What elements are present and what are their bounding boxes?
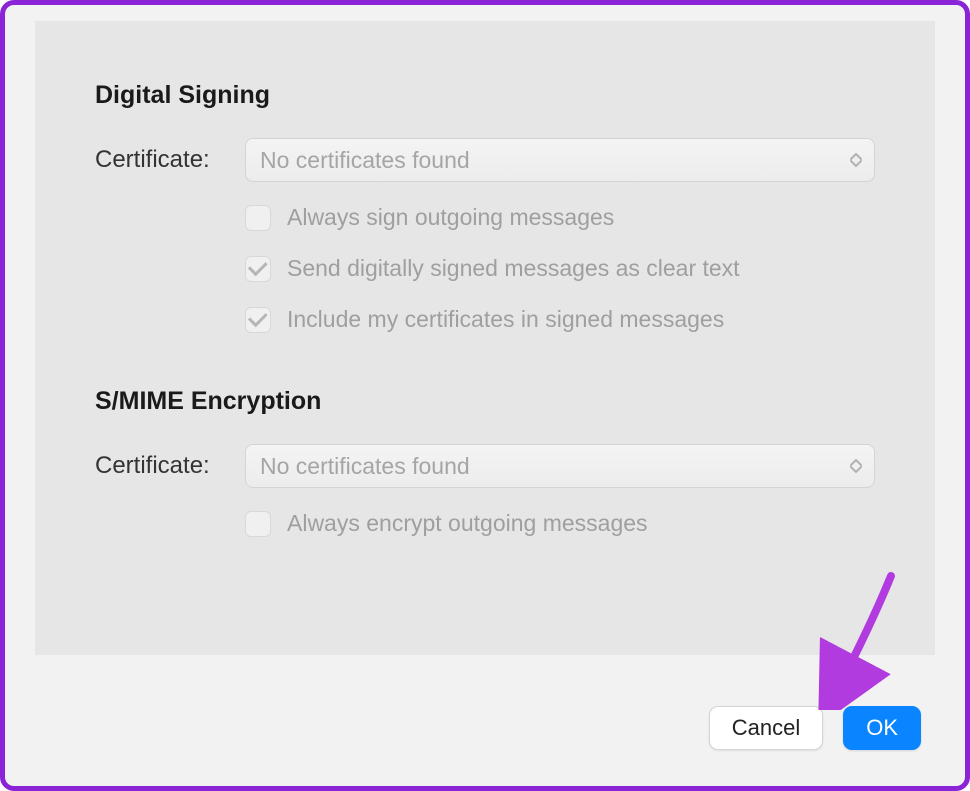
send-clear-text-label: Send digitally signed messages as clear … <box>287 255 740 282</box>
send-clear-text-row: Send digitally signed messages as clear … <box>95 255 875 282</box>
include-certificates-label: Include my certificates in signed messag… <box>287 306 724 333</box>
encryption-certificate-value: No certificates found <box>260 453 470 480</box>
dialog-button-row: Cancel OK <box>709 706 921 750</box>
smime-encryption-section: S/MIME Encryption Certificate: No certif… <box>95 387 875 537</box>
settings-panel: Digital Signing Certificate: No certific… <box>35 21 935 655</box>
always-sign-row: Always sign outgoing messages <box>95 204 875 231</box>
encryption-certificate-row: Certificate: No certificates found <box>95 444 875 488</box>
digital-signing-section: Digital Signing Certificate: No certific… <box>95 81 875 333</box>
always-encrypt-row: Always encrypt outgoing messages <box>95 510 875 537</box>
signing-certificate-row: Certificate: No certificates found <box>95 138 875 182</box>
signing-certificate-select[interactable]: No certificates found <box>245 138 875 182</box>
always-sign-label: Always sign outgoing messages <box>287 204 614 231</box>
include-certificates-row: Include my certificates in signed messag… <box>95 306 875 333</box>
send-clear-text-checkbox[interactable] <box>245 256 271 282</box>
include-certificates-checkbox[interactable] <box>245 307 271 333</box>
dialog-frame: Digital Signing Certificate: No certific… <box>0 0 970 791</box>
encryption-certificate-label: Certificate: <box>95 452 245 480</box>
digital-signing-title: Digital Signing <box>95 81 875 110</box>
updown-icon <box>850 152 862 168</box>
always-sign-checkbox[interactable] <box>245 205 271 231</box>
signing-certificate-label: Certificate: <box>95 146 245 174</box>
signing-certificate-value: No certificates found <box>260 147 470 174</box>
smime-encryption-title: S/MIME Encryption <box>95 387 875 416</box>
cancel-button[interactable]: Cancel <box>709 706 823 750</box>
ok-button[interactable]: OK <box>843 706 921 750</box>
always-encrypt-checkbox[interactable] <box>245 511 271 537</box>
updown-icon <box>850 458 862 474</box>
encryption-certificate-select[interactable]: No certificates found <box>245 444 875 488</box>
always-encrypt-label: Always encrypt outgoing messages <box>287 510 648 537</box>
